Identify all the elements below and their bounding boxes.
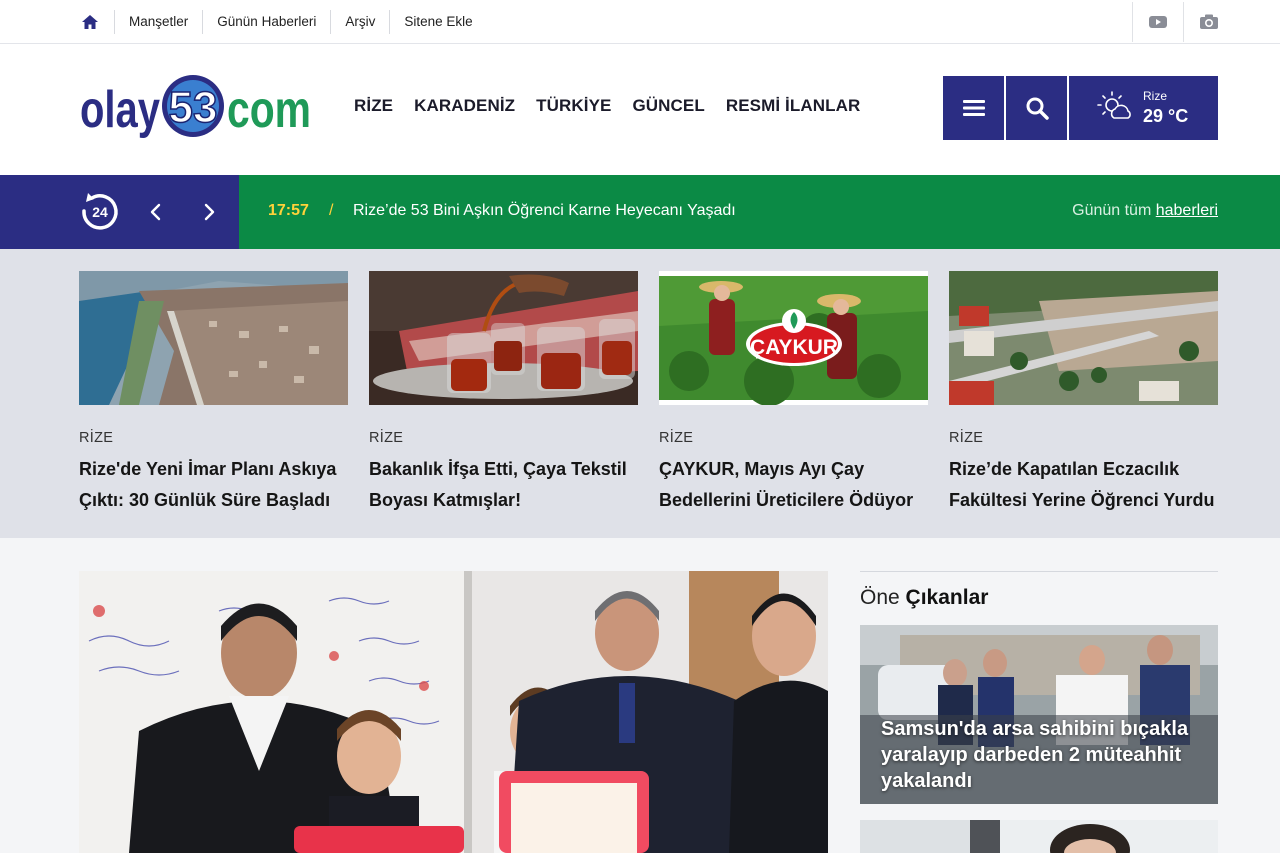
home-icon[interactable] (80, 12, 100, 32)
card-image-coastal-city[interactable] (79, 271, 348, 405)
card-image-tea-harvest[interactable]: ÇAYKUR (659, 271, 928, 406)
site-header: olay 53 com RİZE KARADENİZ TÜRKİYE GÜNCE… (0, 44, 1280, 175)
svg-text:com: com (227, 81, 311, 139)
card-category[interactable]: RİZE (369, 430, 638, 446)
svg-text:53: 53 (169, 83, 218, 132)
second-story-thumbnail[interactable] (860, 820, 1218, 853)
site-logo[interactable]: olay 53 com (80, 72, 312, 142)
card-title[interactable]: Rize'de Yeni İmar Planı Askıya Çıktı: 30… (79, 454, 348, 516)
page: Manşetler Günün Haberleri Arşiv Sitene E… (0, 0, 1280, 853)
sidebar-title-bold: Çıkanlar (905, 586, 989, 609)
nav-turkiye[interactable]: TÜRKİYE (536, 96, 611, 116)
sidebar-title: Öne Çıkanlar (860, 586, 988, 610)
news-ticker: 24 17:57 / Rize’de 53 Bini Aşkın Öğrenci… (0, 175, 1280, 249)
card-category[interactable]: RİZE (659, 430, 928, 446)
weather-temp: 29 °C (1143, 106, 1189, 126)
caykur-logo-text: ÇAYKUR (750, 336, 838, 359)
nav-resmi-ilanlar[interactable]: RESMİ İLANLAR (726, 96, 860, 116)
svg-text:olay: olay (80, 81, 160, 139)
camera-icon (1199, 14, 1218, 29)
ticker-badge: 24 (92, 204, 108, 220)
card-image-tea-glasses[interactable] (369, 271, 638, 405)
youtube-icon (1148, 16, 1167, 28)
top-link-arsiv[interactable]: Arşiv (330, 10, 389, 34)
featured-story-caption[interactable]: Samsun'da arsa sahibini bıçakla yaralayı… (881, 716, 1201, 794)
nav-karadeniz[interactable]: KARADENİZ (414, 96, 515, 116)
news-card[interactable]: RİZE Rize’de Kapatılan Eczacılık Fakülte… (949, 271, 1218, 516)
hamburger-icon (962, 100, 985, 116)
card-title[interactable]: ÇAYKUR, Mayıs Ayı Çay Bedellerini Üretic… (659, 454, 928, 516)
ticker-headline[interactable]: Rize’de 53 Bini Aşkın Öğrenci Karne Heye… (353, 202, 736, 220)
prev-arrow-icon[interactable] (148, 203, 164, 221)
main-feature-image[interactable] (79, 571, 828, 853)
ticker-separator: / (329, 202, 334, 219)
youtube-button[interactable] (1132, 2, 1182, 42)
second-story-image (860, 820, 1218, 853)
nav-rize[interactable]: RİZE (354, 96, 393, 116)
partly-sunny-icon (1097, 91, 1131, 119)
weather-city: Rize (1143, 89, 1168, 103)
ticker-time: 17:57 (268, 202, 309, 219)
sidebar-divider (860, 571, 1218, 572)
nav-guncel[interactable]: GÜNCEL (632, 96, 704, 116)
ticker-all-link[interactable]: haberleri (1156, 202, 1218, 219)
search-button[interactable] (1006, 76, 1067, 140)
news-card[interactable]: RİZE Bakanlık İfşa Etti, Çaya Tekstil Bo… (369, 271, 638, 516)
card-category[interactable]: RİZE (949, 430, 1218, 446)
top-bar: Manşetler Günün Haberleri Arşiv Sitene E… (0, 0, 1280, 44)
card-category[interactable]: RİZE (79, 430, 348, 446)
top-link-sitene-ekle[interactable]: Sitene Ekle (389, 10, 486, 34)
top-link-mansetler[interactable]: Manşetler (114, 10, 202, 34)
top-link-gunun-haberleri[interactable]: Günün Haberleri (202, 10, 330, 34)
card-image-construction-site[interactable] (949, 271, 1218, 405)
top-nav: Manşetler Günün Haberleri Arşiv Sitene E… (114, 10, 487, 34)
card-title[interactable]: Rize’de Kapatılan Eczacılık Fakültesi Ye… (949, 454, 1218, 516)
sidebar-title-light: Öne (860, 586, 900, 609)
menu-button[interactable] (943, 76, 1004, 140)
featured-story[interactable]: Samsun'da arsa sahibini bıçakla yaralayı… (860, 625, 1218, 804)
next-arrow-icon[interactable] (201, 203, 217, 221)
card-title[interactable]: Bakanlık İfşa Etti, Çaya Tekstil Boyası … (369, 454, 638, 516)
camera-button[interactable] (1183, 2, 1233, 42)
news-card[interactable]: RİZE Rize'de Yeni İmar Planı Askıya Çıkt… (79, 271, 348, 516)
ticker-all-prefix: Günün tüm (1072, 202, 1152, 219)
headline-cards: RİZE Rize'de Yeni İmar Planı Askıya Çıkt… (0, 249, 1280, 538)
weather-widget[interactable]: Rize 29 °C (1069, 76, 1218, 140)
24-hours-icon: 24 (82, 193, 118, 230)
main-nav: RİZE KARADENİZ TÜRKİYE GÜNCEL RESMİ İLAN… (354, 96, 881, 116)
search-icon (1026, 97, 1049, 120)
ticker-controls: 24 (0, 175, 239, 249)
news-card[interactable]: ÇAYKUR RİZE ÇAYKUR, Mayıs Ayı Çay Bedell… (659, 271, 928, 516)
ticker-all-news: Günün tüm haberleri (1072, 202, 1218, 220)
